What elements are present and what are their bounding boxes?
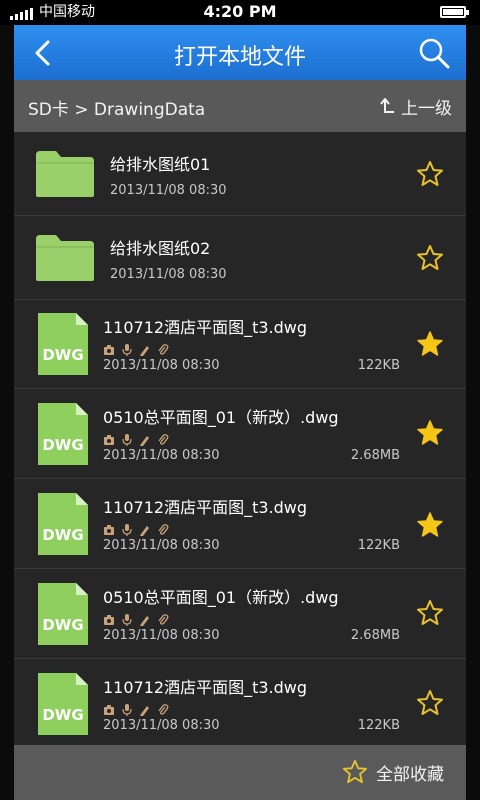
star-outline-icon[interactable] <box>416 689 444 717</box>
app-frame: 打开本地文件 SD卡 > DrawingData 上一级 给排水图纸01 201… <box>14 25 466 800</box>
clock: 4:20 PM <box>203 2 277 21</box>
star-outline-icon[interactable] <box>416 599 444 627</box>
paperclip-icon <box>157 521 169 535</box>
search-icon <box>419 38 450 69</box>
attachment-icons <box>103 611 169 626</box>
camera-icon <box>103 701 115 715</box>
file-date: 2013/11/08 08:30 <box>110 183 227 198</box>
file-name: 0510总平面图_01（新改）.dwg <box>103 588 339 607</box>
dwg-file-icon: DWG <box>38 493 88 555</box>
svg-text:DWG: DWG <box>42 526 83 544</box>
page-title: 打开本地文件 <box>173 45 306 70</box>
level-up-icon <box>380 98 394 113</box>
list-item[interactable]: 给排水图纸01 2013/11/08 08:30 <box>14 132 466 216</box>
file-date: 2013/11/08 08:30 <box>103 538 220 553</box>
list-item[interactable]: DWG 0510总平面图_01（新改）.dwg 2013/11/08 08:30… <box>14 389 466 479</box>
file-size: 122KB <box>357 718 400 733</box>
attachment-icons <box>103 701 169 716</box>
up-level-button[interactable]: 上一级 <box>379 92 452 120</box>
svg-text:DWG: DWG <box>42 346 83 364</box>
svg-text:DWG: DWG <box>42 706 83 724</box>
file-size: 2.68MB <box>350 628 400 643</box>
file-name: 给排水图纸02 <box>110 239 211 258</box>
file-size: 2.68MB <box>350 448 400 463</box>
path-bar: SD卡 > DrawingData 上一级 <box>14 80 466 132</box>
list-item[interactable]: DWG 110712酒店平面图_t3.dwg 2013/11/08 08:30 … <box>14 300 466 389</box>
file-date: 2013/11/08 08:30 <box>110 267 227 282</box>
list-item[interactable]: DWG 0510总平面图_01（新改）.dwg 2013/11/08 08:30… <box>14 569 466 659</box>
list-item[interactable]: DWG 110712酒店平面图_t3.dwg 2013/11/08 08:30 … <box>14 479 466 569</box>
pen-icon <box>139 521 151 536</box>
pen-icon <box>139 701 151 716</box>
microphone-icon <box>121 341 133 356</box>
file-name: 110712酒店平面图_t3.dwg <box>103 318 308 337</box>
folder-icon <box>36 151 94 197</box>
list-item[interactable]: DWG 110712酒店平面图_t3.dwg 2013/11/08 08:30 … <box>14 659 466 745</box>
svg-text:DWG: DWG <box>42 616 83 634</box>
microphone-icon <box>121 521 133 536</box>
paperclip-icon <box>157 701 169 715</box>
paperclip-icon <box>157 341 169 355</box>
file-name: 0510总平面图_01（新改）.dwg <box>103 408 339 427</box>
camera-icon <box>103 611 115 625</box>
file-size: 122KB <box>357 538 400 553</box>
file-date: 2013/11/08 08:30 <box>103 358 220 373</box>
file-date: 2013/11/08 08:30 <box>103 448 220 463</box>
list-item[interactable]: 给排水图纸02 2013/11/08 08:30 <box>14 216 466 300</box>
pen-icon <box>139 341 151 356</box>
camera-icon <box>103 341 115 355</box>
pen-icon <box>139 611 151 626</box>
star-outline-icon[interactable] <box>416 160 444 188</box>
microphone-icon <box>121 431 133 446</box>
paperclip-icon <box>157 431 169 445</box>
dwg-file-icon: DWG <box>38 313 88 375</box>
file-name: 110712酒店平面图_t3.dwg <box>103 498 308 517</box>
star-filled-icon[interactable] <box>416 330 444 358</box>
microphone-icon <box>121 611 133 626</box>
all-favorites-button[interactable]: 全部收藏 <box>342 759 444 785</box>
camera-icon <box>103 521 115 535</box>
title-bar: 打开本地文件 <box>14 25 466 80</box>
dwg-file-icon: DWG <box>38 583 88 645</box>
attachment-icons <box>103 431 169 446</box>
attachment-icons <box>103 341 169 356</box>
battery-icon <box>440 6 469 18</box>
svg-text:DWG: DWG <box>42 436 83 454</box>
breadcrumb: SD卡 > DrawingData <box>28 100 206 120</box>
dwg-file-icon: DWG <box>38 403 88 465</box>
file-date: 2013/11/08 08:30 <box>103 628 220 643</box>
file-date: 2013/11/08 08:30 <box>103 718 220 733</box>
attachment-icons <box>103 521 169 536</box>
microphone-icon <box>121 701 133 716</box>
up-level-label: 上一级 <box>401 98 452 119</box>
star-filled-icon[interactable] <box>416 511 444 539</box>
star-filled-icon[interactable] <box>416 419 444 447</box>
camera-icon <box>103 431 115 445</box>
search-button[interactable] <box>416 35 452 71</box>
star-outline-icon[interactable] <box>416 244 444 272</box>
folder-icon <box>36 235 94 281</box>
bottom-bar: 全部收藏 <box>14 745 466 800</box>
paperclip-icon <box>157 611 169 625</box>
status-bar: 中国移动 4:20 PM <box>0 0 480 25</box>
file-size: 122KB <box>357 358 400 373</box>
file-name: 给排水图纸01 <box>110 155 211 174</box>
all-favorites-label: 全部收藏 <box>376 764 444 785</box>
pen-icon <box>139 431 151 446</box>
dwg-file-icon: DWG <box>38 673 88 735</box>
star-outline-icon <box>342 759 368 784</box>
file-name: 110712酒店平面图_t3.dwg <box>103 678 308 697</box>
